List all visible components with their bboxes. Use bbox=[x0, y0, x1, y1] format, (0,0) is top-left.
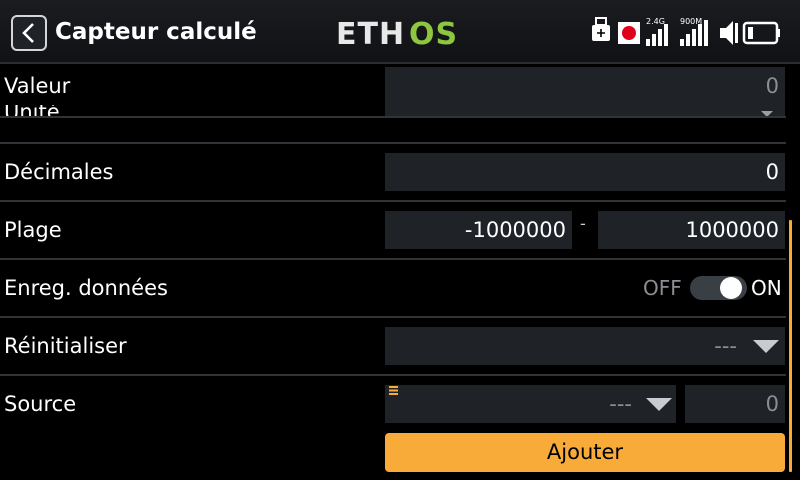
reinit-value: --- bbox=[714, 334, 737, 358]
status-icons: 2.4G 900M bbox=[592, 17, 780, 46]
svg-text:ETH: ETH bbox=[336, 17, 405, 49]
divider bbox=[0, 316, 786, 318]
reinit-label: Réinitialiser bbox=[4, 334, 127, 358]
toggle-off-label: OFF bbox=[643, 276, 682, 300]
plage-separator: - bbox=[580, 214, 586, 233]
menu-icon bbox=[389, 386, 398, 395]
divider bbox=[0, 142, 786, 144]
plage-label: Plage bbox=[4, 218, 62, 242]
back-button[interactable] bbox=[11, 15, 47, 51]
header-divider bbox=[0, 62, 800, 64]
plage-max-field[interactable]: 1000000 bbox=[598, 211, 785, 249]
source-label: Source bbox=[4, 392, 77, 416]
add-button[interactable]: Ajouter bbox=[385, 433, 785, 472]
usb-icon bbox=[592, 17, 610, 41]
divider bbox=[0, 374, 786, 376]
decimales-field[interactable]: 0 bbox=[385, 153, 785, 191]
ethos-logo: ETH OS bbox=[336, 17, 458, 49]
battery-icon bbox=[742, 21, 780, 45]
valeur-field[interactable]: 0 bbox=[385, 67, 785, 105]
divider bbox=[0, 116, 786, 118]
page-title: Capteur calculé bbox=[55, 19, 257, 45]
reinit-select[interactable]: --- bbox=[385, 327, 785, 365]
decimales-label: Décimales bbox=[4, 160, 114, 184]
signal-24-icon: 2.4G bbox=[646, 17, 668, 46]
scrollbar[interactable] bbox=[789, 220, 792, 472]
source-select[interactable]: --- bbox=[385, 385, 676, 423]
divider bbox=[0, 200, 786, 202]
record-icon bbox=[618, 22, 640, 44]
enreg-toggle[interactable] bbox=[690, 276, 747, 300]
signal-900-icon: 900M bbox=[680, 17, 708, 46]
chevron-left-icon bbox=[22, 23, 34, 43]
dropdown-arrow-icon bbox=[753, 340, 779, 353]
valeur-label: Valeur bbox=[4, 74, 71, 98]
enreg-label: Enreg. données bbox=[4, 276, 168, 300]
source-number-field[interactable]: 0 bbox=[685, 385, 785, 423]
dropdown-arrow-icon bbox=[646, 398, 672, 411]
divider bbox=[0, 258, 786, 260]
source-value: --- bbox=[609, 392, 632, 416]
svg-text:OS: OS bbox=[409, 17, 458, 49]
plage-min-field[interactable]: -1000000 bbox=[385, 211, 572, 249]
toggle-on-label: ON bbox=[751, 276, 782, 300]
volume-icon bbox=[720, 21, 738, 45]
toggle-knob bbox=[720, 277, 742, 299]
svg-text:2.4G: 2.4G bbox=[646, 17, 665, 26]
